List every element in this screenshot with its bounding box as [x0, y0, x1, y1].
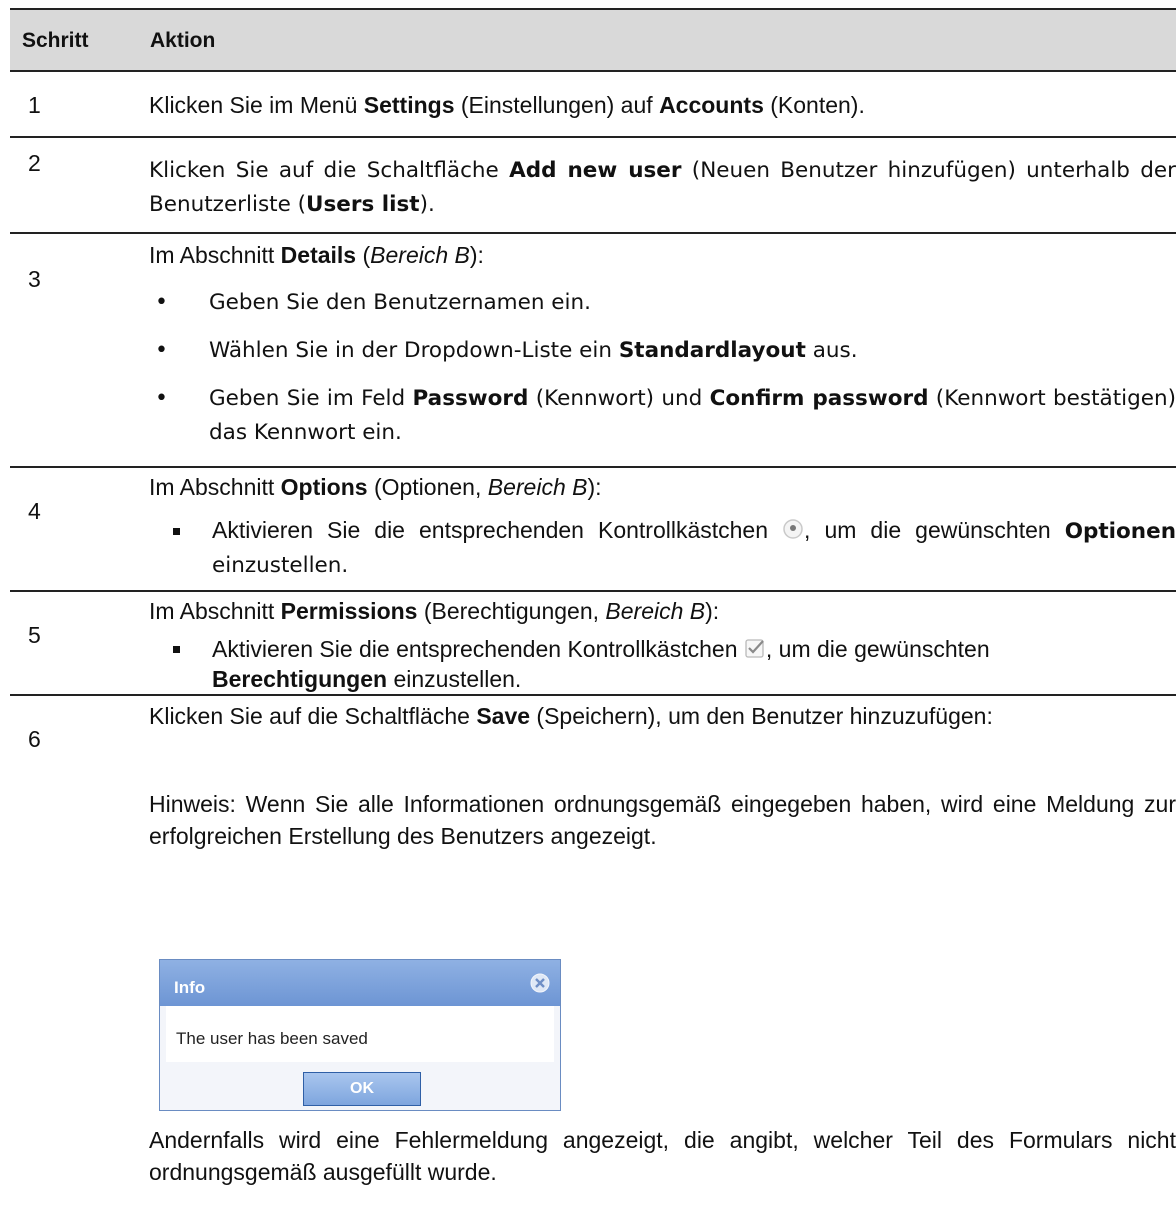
dialog-title-bar: Info — [160, 960, 560, 1006]
bullet-icon: • — [155, 386, 168, 411]
step-number: 3 — [28, 266, 41, 292]
details-label: Details — [280, 242, 357, 268]
table-row-5: 5 Im Abschnitt Permissions (Berechtigung… — [10, 592, 1176, 696]
confirm-password-label: Confirm password — [709, 386, 929, 411]
step-action: Im Abschnitt Options (Optionen, Bereich … — [149, 470, 1176, 582]
section-intro: Im Abschnitt Permissions (Berechtigungen… — [149, 598, 720, 624]
text: ). — [419, 192, 435, 217]
users-list-label: Users list — [306, 192, 420, 217]
dialog-title: Info — [174, 978, 206, 997]
step-number: 1 — [28, 92, 41, 118]
step-action: Im Abschnitt Permissions (Berechtigungen… — [149, 594, 1176, 694]
steps-table: Schritt Aktion 1 Klicken Sie im Menü Set… — [10, 8, 1176, 1196]
text: Klicken Sie auf die Schaltfläche — [149, 158, 510, 183]
step-action: Klicken Sie auf die Schaltfläche Add new… — [149, 154, 1176, 222]
berechtigungen-label: Berechtigungen — [212, 666, 388, 692]
square-bullet-icon — [173, 646, 180, 653]
step-number: 2 — [28, 150, 41, 176]
table-row-4: 4 Im Abschnitt Options (Optionen, Bereic… — [10, 468, 1176, 592]
text: (Einstellungen) auf — [454, 92, 660, 118]
section-intro: Im Abschnitt Options (Optionen, Bereich … — [149, 474, 602, 500]
menu-settings: Settings — [363, 92, 455, 118]
area-label: Bereich B — [605, 598, 706, 624]
dialog-body: The user has been saved — [166, 1006, 554, 1062]
list-item: • Geben Sie den Benutzernamen ein. — [149, 286, 1176, 320]
table-header: Schritt Aktion — [10, 8, 1176, 72]
area-label: Bereich B — [370, 242, 470, 268]
options-label: Options — [280, 474, 368, 500]
radio-button-icon — [783, 519, 803, 539]
step-action: Klicken Sie im Menü Settings (Einstellun… — [149, 88, 1176, 122]
area-label: Bereich B — [487, 474, 588, 500]
permissions-label: Permissions — [280, 598, 418, 624]
standard-layout-label: Standardlayout — [618, 338, 806, 363]
table-row-3: 3 Im Abschnitt Details (Bereich B): • Ge… — [10, 234, 1176, 468]
dialog-wrapper: Info The user has been saved OK — [149, 696, 1176, 1136]
step-number: 6 — [28, 726, 41, 752]
table-row-1: 1 Klicken Sie im Menü Settings (Einstell… — [10, 72, 1176, 138]
footer-text: Andernfalls wird eine Fehlermeldung ange… — [149, 1127, 1176, 1185]
list-item: Aktivieren Sie die entsprechenden Kontro… — [149, 514, 1176, 582]
header-action: Aktion — [150, 29, 216, 52]
add-new-user-label: Add new user — [509, 158, 682, 183]
section-intro: Im Abschnitt Details (Bereich B): — [149, 242, 484, 268]
table-row-2: 2 Klicken Sie auf die Schaltfläche Add n… — [10, 138, 1176, 234]
step-action: Im Abschnitt Details (Bereich B): • Gebe… — [149, 238, 1176, 450]
checkbox-icon — [745, 639, 764, 658]
text: Klicken Sie im Menü — [149, 92, 364, 118]
ok-button[interactable]: OK — [303, 1072, 421, 1106]
list-item: • Wählen Sie in der Dropdown-Liste ein S… — [149, 334, 1176, 368]
bullet-icon: • — [155, 290, 168, 315]
step-number: 5 — [28, 622, 41, 648]
text: (Konten). — [763, 92, 865, 118]
list-item: • Geben Sie im Feld Password (Kennwort) … — [149, 382, 1176, 450]
menu-accounts: Accounts — [659, 92, 764, 118]
square-bullet-icon — [173, 528, 180, 535]
dialog-message: The user has been saved — [176, 1029, 368, 1048]
header-step: Schritt — [22, 29, 89, 52]
step-number: 4 — [28, 498, 41, 524]
list-item: Aktivieren Sie die entsprechenden Kontro… — [149, 634, 1176, 694]
info-dialog: Info The user has been saved OK — [159, 959, 561, 1111]
table-row-6: 6 Klicken Sie auf die Schaltfläche Save … — [10, 696, 1176, 1196]
optionen-label: Optionen — [1064, 519, 1176, 544]
close-icon[interactable] — [529, 972, 551, 994]
bullet-icon: • — [155, 338, 168, 363]
password-label: Password — [412, 386, 529, 411]
